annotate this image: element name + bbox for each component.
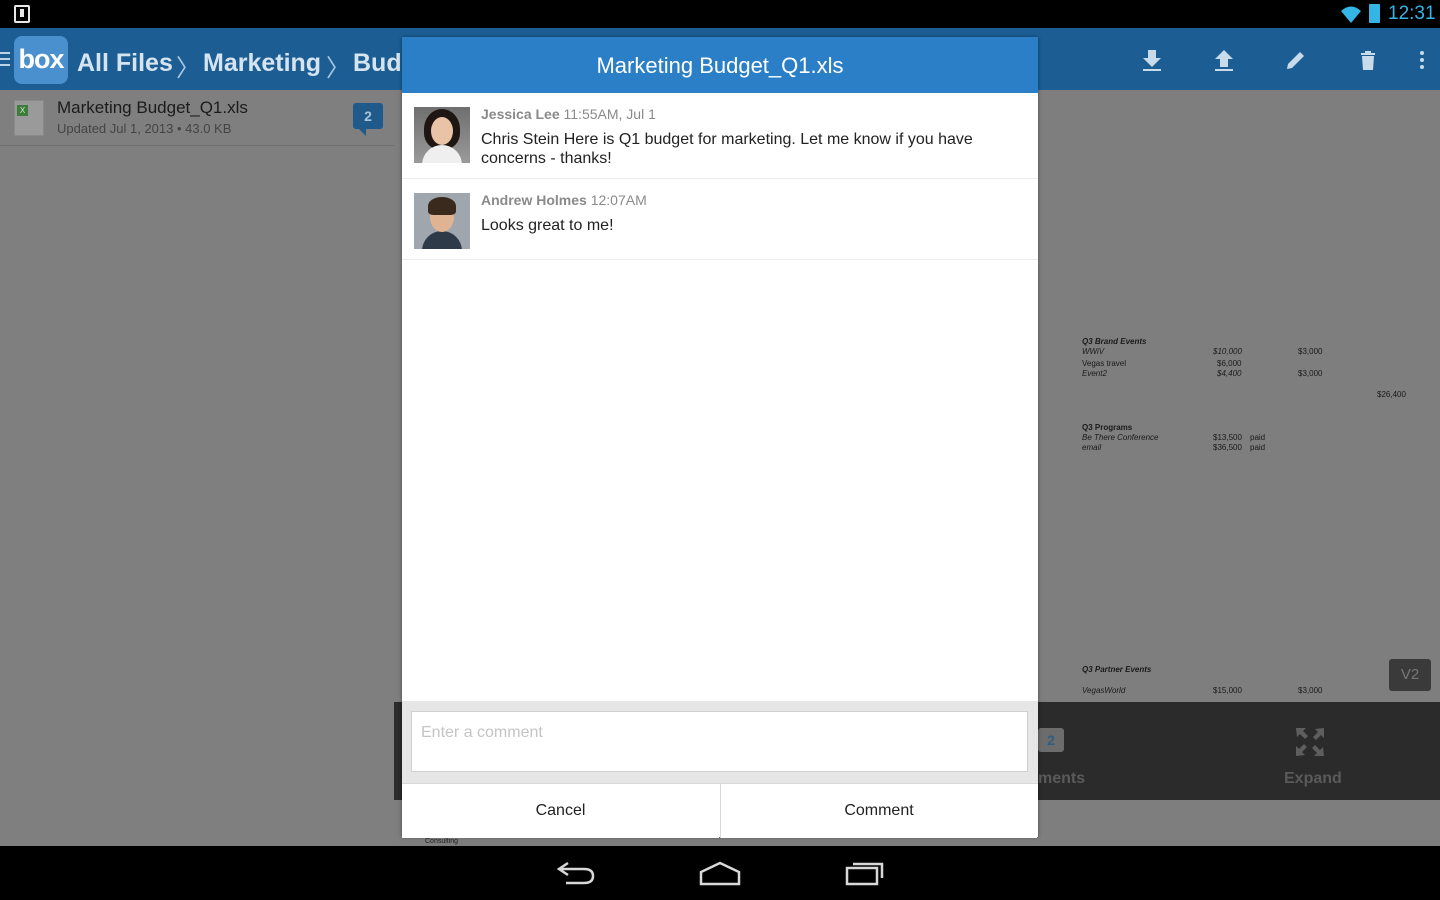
home-icon[interactable] [698, 860, 742, 886]
sheet-cell: $15,000 [1213, 686, 1242, 695]
cancel-button[interactable]: Cancel [402, 784, 719, 838]
file-meta: Updated Jul 1, 2013 • 43.0 KB [57, 121, 232, 136]
file-list: X Marketing Budget_Q1.xls Updated Jul 1,… [0, 90, 394, 846]
comment-item: Jessica Lee 11:55AM, Jul 1 Chris Stein H… [402, 93, 1038, 179]
comment-text: Chris Stein Here is Q1 budget for market… [481, 131, 973, 167]
comment-button[interactable]: Comment [720, 784, 1037, 838]
sheet-cell: $26,400 [1377, 390, 1406, 399]
sheet-cell: Q3 Programs [1082, 423, 1133, 432]
back-icon[interactable] [556, 860, 596, 886]
menu-icon[interactable] [0, 52, 10, 66]
breadcrumb-all-files[interactable]: All Files [77, 49, 173, 78]
dialog-buttons: Cancel Comment [402, 783, 1038, 838]
sheet-cell: $4,400 [1217, 369, 1242, 378]
sheet-cell: Q3 Partner Events [1082, 665, 1152, 674]
comment-count-badge[interactable]: 2 [353, 103, 383, 136]
breadcrumb-separator-icon: 〉 [176, 55, 200, 82]
breadcrumb-marketing[interactable]: Marketing [203, 49, 321, 78]
edit-icon[interactable] [1284, 48, 1308, 72]
sheet-cell: Vegas travel [1082, 359, 1127, 368]
expand-icon[interactable] [1294, 726, 1326, 758]
box-logo[interactable]: box [14, 36, 68, 84]
sheet-cell: $3,000 [1298, 369, 1323, 378]
battery-icon [1369, 4, 1380, 23]
excel-file-icon: X [14, 100, 44, 136]
sheet-cell: Consulting [425, 838, 459, 845]
file-name: Marketing Budget_Q1.xls [57, 98, 248, 117]
comment-item: Andrew Holmes 12:07AM Looks great to me! [402, 179, 1038, 260]
sheet-cell: $3,000 [1298, 347, 1323, 356]
upload-icon[interactable] [1212, 48, 1236, 72]
sheet-cell: $13,500 [1213, 433, 1242, 442]
comment-author[interactable]: Andrew Holmes [481, 192, 587, 208]
sheet-cell: paid [1250, 443, 1266, 452]
comment-time: 12:07AM [590, 192, 647, 208]
comment-input[interactable] [411, 711, 1028, 772]
status-bar: 12:31 [0, 0, 1440, 28]
file-list-item[interactable]: X Marketing Budget_Q1.xls Updated Jul 1,… [0, 90, 394, 146]
avatar [414, 107, 470, 163]
sheet-cell: WWiV [1082, 347, 1105, 356]
expand-label[interactable]: Expand [1284, 770, 1342, 788]
download-notification-icon [14, 5, 30, 23]
dialog-title: Marketing Budget_Q1.xls [402, 37, 1038, 93]
system-nav-bar [0, 846, 1440, 900]
comments-count-badge[interactable]: 2 [1038, 728, 1064, 752]
overflow-menu-icon[interactable] [1410, 48, 1434, 72]
sheet-cell: Event2 [1082, 369, 1107, 378]
version-badge[interactable]: V2 [1389, 659, 1431, 691]
comments-tab-label[interactable]: ments [1038, 770, 1085, 788]
sheet-cell: $10,000 [1213, 347, 1242, 356]
comment-compose-area [402, 701, 1038, 783]
comments-dialog: Marketing Budget_Q1.xls Jessica Lee 11:5… [402, 37, 1038, 838]
download-icon[interactable] [1140, 48, 1164, 72]
comment-text: Looks great to me! [481, 217, 614, 234]
comment-meta: Jessica Lee 11:55AM, Jul 1 [481, 106, 656, 122]
comment-author[interactable]: Jessica Lee [481, 106, 560, 122]
sheet-cell: Be There Conference [1082, 433, 1159, 442]
avatar [414, 193, 470, 249]
sheet-cell: $6,000 [1217, 359, 1242, 368]
status-clock: 12:31 [1388, 3, 1436, 24]
sheet-cell: $36,500 [1213, 443, 1242, 452]
comment-meta: Andrew Holmes 12:07AM [481, 192, 647, 208]
breadcrumb-separator-icon: 〉 [326, 55, 350, 82]
delete-icon[interactable] [1356, 48, 1380, 72]
recents-icon[interactable] [844, 858, 886, 886]
sheet-cell: VegasWorld [1082, 686, 1126, 695]
sheet-cell: email [1082, 443, 1102, 452]
sheet-cell: $3,000 [1298, 686, 1323, 695]
comment-time: 11:55AM, Jul 1 [563, 106, 656, 122]
sheet-cell: Q3 Brand Events [1082, 337, 1147, 346]
sheet-cell: paid [1250, 433, 1266, 442]
wifi-icon [1341, 6, 1361, 23]
